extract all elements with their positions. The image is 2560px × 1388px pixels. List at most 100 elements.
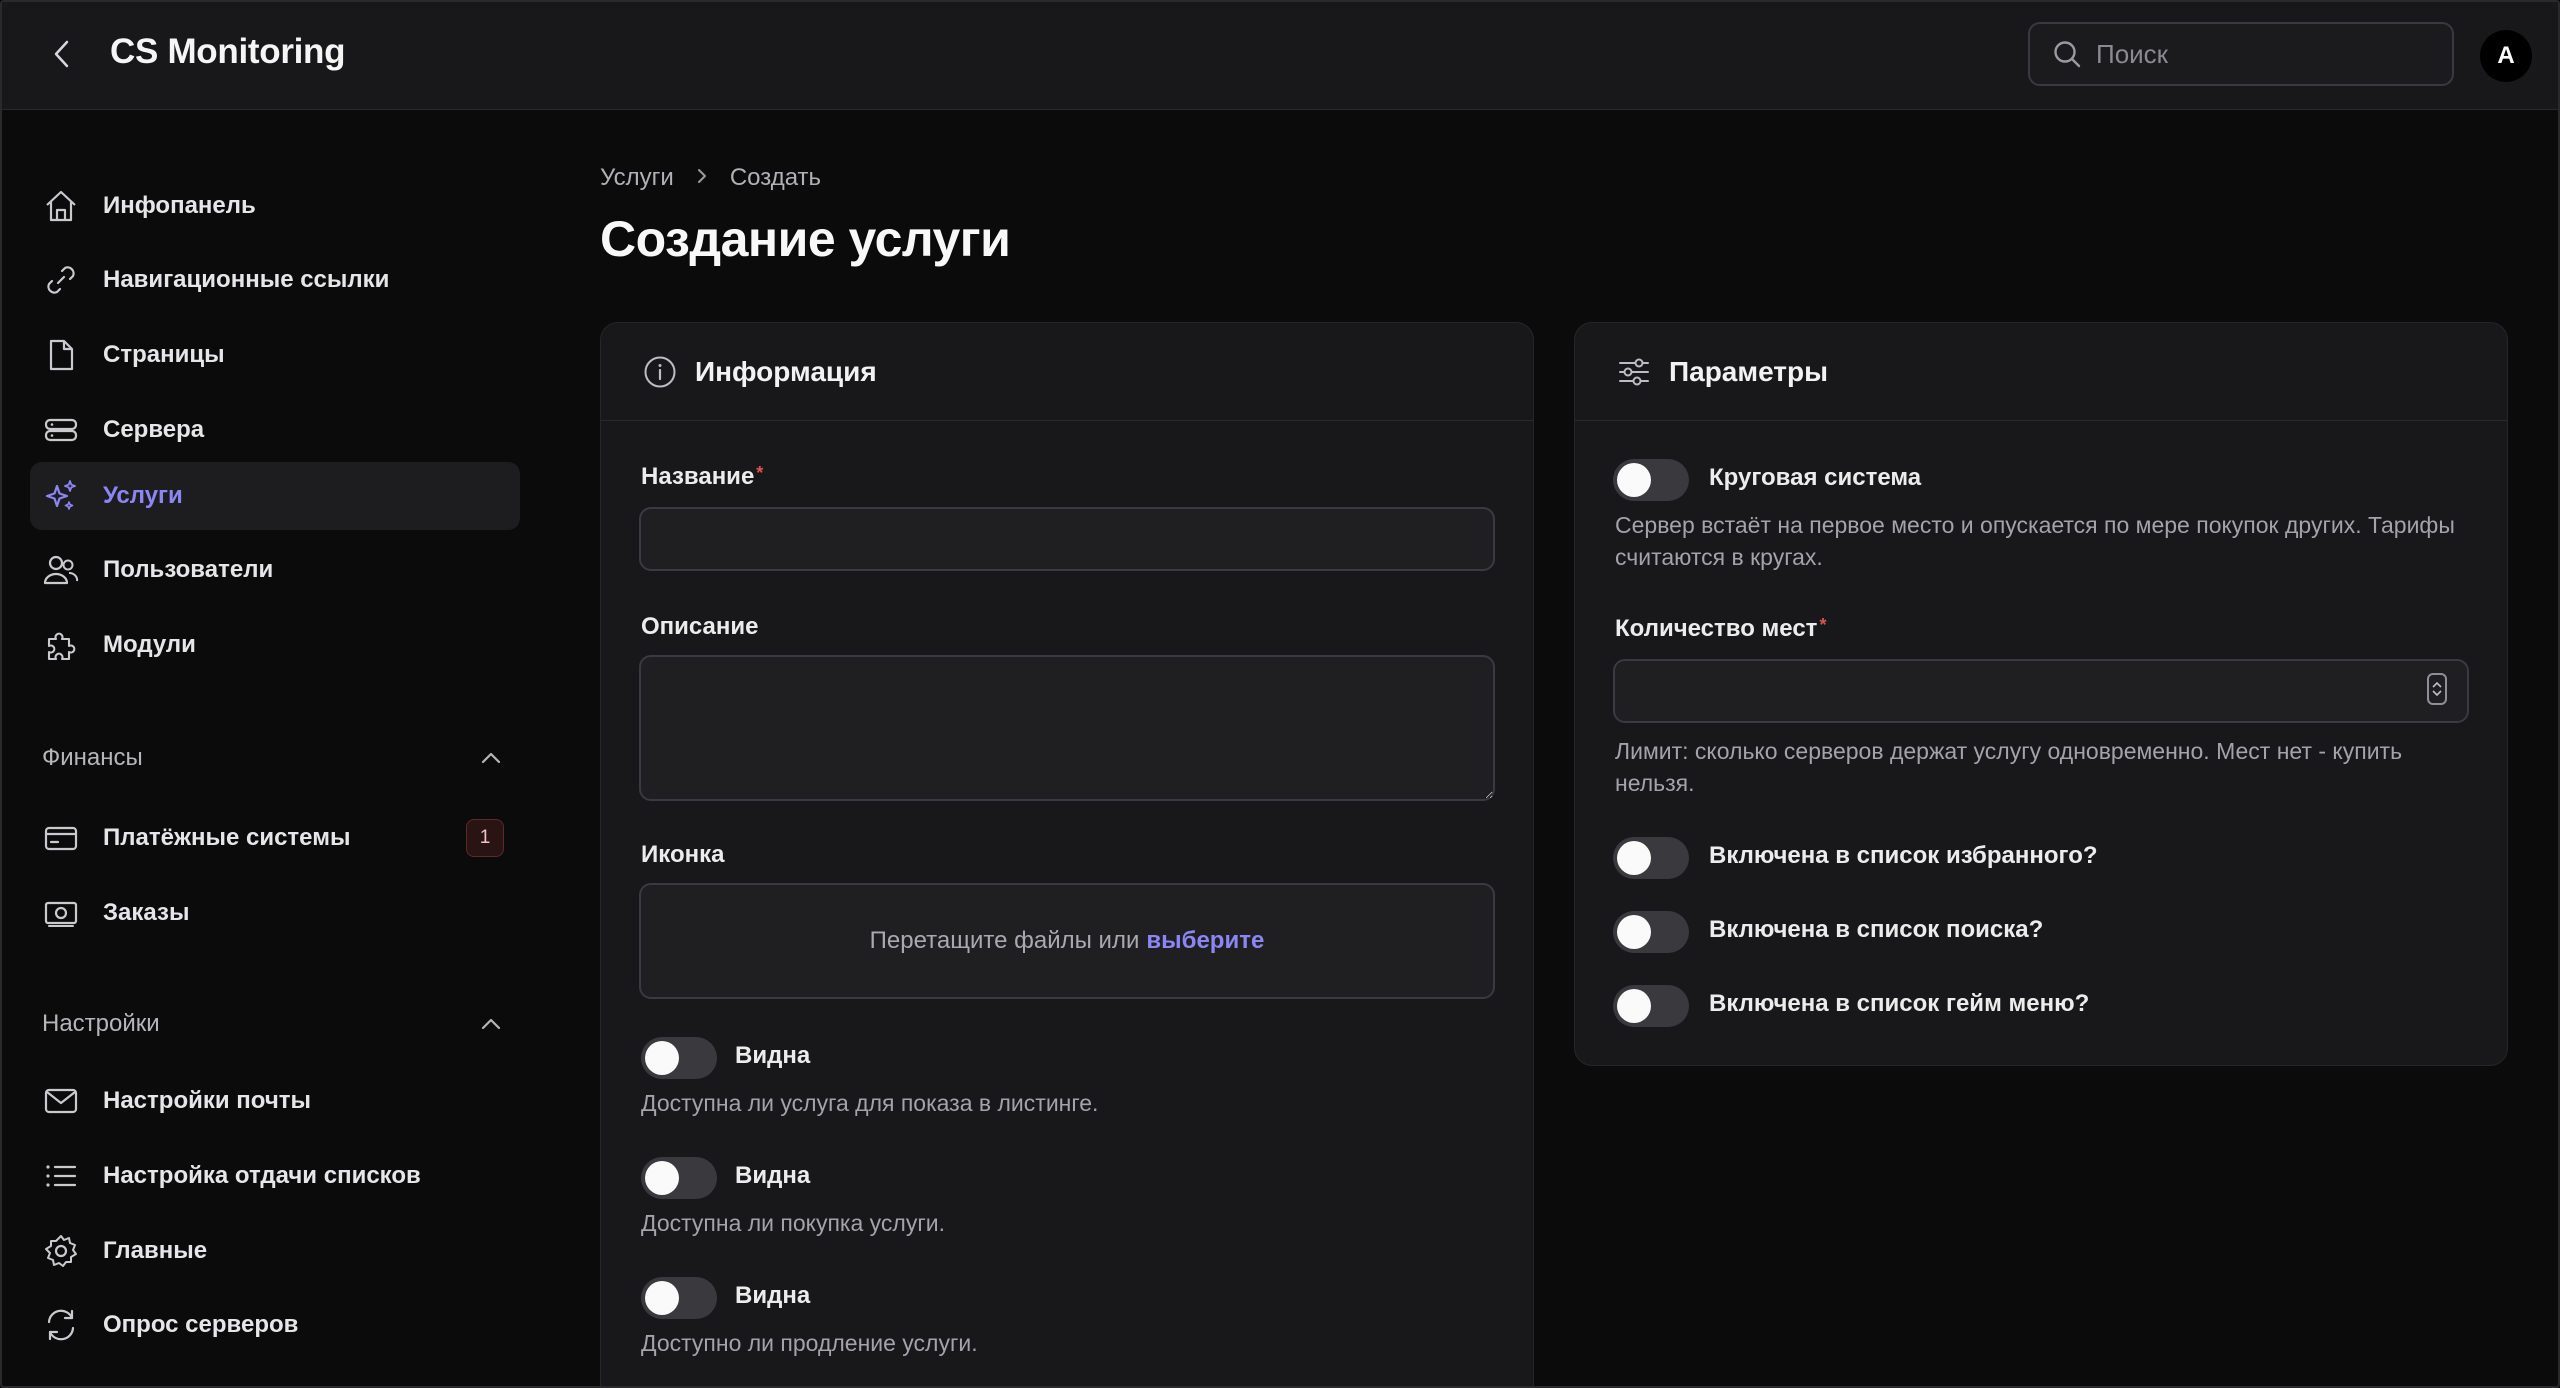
chevron-right-icon: [696, 164, 708, 192]
parameters-card: Параметры Круговая система Сервер встаёт…: [1574, 322, 2508, 1066]
circular-system-toggle[interactable]: [1613, 459, 1689, 501]
toggle-label: Видна: [735, 1162, 811, 1189]
breadcrumb: Услуги Создать: [600, 164, 821, 192]
toggle-label: Включена в список избранного?: [1709, 842, 2098, 869]
avatar[interactable]: A: [2480, 30, 2532, 82]
sidebar-item-modules[interactable]: Модули: [30, 611, 520, 679]
breadcrumb-current: Создать: [729, 164, 822, 191]
app-title: CS Monitoring: [110, 32, 346, 71]
circular-system-hint: Сервер встаёт на первое место и опускает…: [1615, 512, 2455, 570]
chevron-left-icon: [54, 40, 69, 68]
sidebar-item-label: Модули: [103, 631, 196, 658]
group-title: Финансы: [42, 744, 143, 771]
toggle-label: Включена в список гейм меню?: [1709, 990, 2090, 1017]
sliders-icon: [1619, 358, 1649, 385]
search-icon: [2054, 41, 2081, 68]
sidebar-item-nav-links[interactable]: Навигационные ссылки: [30, 246, 520, 314]
sidebar-item-payment-systems[interactable]: Платёжные системы 1: [30, 804, 520, 872]
game-menu-toggle[interactable]: [1613, 985, 1689, 1027]
parameters-card-title: Параметры: [1669, 355, 1829, 387]
slots-number-input[interactable]: [1613, 659, 2469, 723]
banknote-icon: [42, 894, 80, 932]
toggle-hint: Доступно ли продление услуги.: [641, 1330, 978, 1356]
group-settings-header[interactable]: Настройки: [42, 1010, 502, 1038]
information-card-title: Информация: [695, 355, 877, 387]
listing-visible-toggle[interactable]: [641, 1037, 717, 1079]
sidebar-item-dashboard[interactable]: Инфопанель: [30, 172, 520, 240]
search-input[interactable]: [2096, 38, 2436, 70]
sidebar-item-label: Заказы: [103, 899, 190, 926]
sidebar-item-orders[interactable]: Заказы: [30, 879, 520, 947]
sidebar-item-label: Опрос серверов: [103, 1311, 299, 1338]
sidebar-item-server-polling[interactable]: Опрос серверов: [30, 1291, 520, 1359]
mail-icon: [42, 1082, 80, 1120]
number-stepper[interactable]: [2427, 673, 2447, 705]
sidebar-item-label: Настройка отдачи списков: [103, 1162, 421, 1189]
group-finances-header[interactable]: Финансы: [42, 744, 502, 772]
required-marker: *: [1819, 615, 1827, 635]
search-list-toggle[interactable]: [1613, 911, 1689, 953]
users-icon: [42, 551, 80, 589]
dropzone-browse-link[interactable]: выберите: [1146, 927, 1264, 955]
icon-dropzone[interactable]: Перетащите файлы или выберите: [639, 883, 1495, 999]
list-icon: [42, 1157, 80, 1195]
toggle-hint: Доступна ли покупка услуги.: [641, 1210, 945, 1236]
description-textarea[interactable]: [639, 655, 1495, 801]
sidebar-item-label: Настройки почты: [103, 1087, 312, 1114]
breadcrumb-parent-link[interactable]: Услуги: [600, 164, 674, 192]
sidebar-item-users[interactable]: Пользователи: [30, 536, 520, 604]
sidebar-item-label: Навигационные ссылки: [103, 266, 390, 293]
info-icon: [644, 356, 676, 387]
refresh-icon: [42, 1306, 80, 1344]
slots-label-text: Количество мест: [1615, 615, 1818, 642]
slots-hint: Лимит: сколько серверов держат услугу од…: [1615, 738, 2403, 796]
sidebar-item-services[interactable]: Услуги: [30, 462, 520, 530]
puzzle-icon: [42, 626, 80, 664]
sidebar-item-list-settings[interactable]: Настройка отдачи списков: [30, 1142, 520, 1210]
toggle-hint: Доступна ли услуга для показа в листинге…: [641, 1090, 1099, 1116]
count-badge: 1: [466, 819, 504, 857]
parameters-card-header: Параметры: [1575, 323, 2507, 421]
sidebar-item-label: Сервера: [103, 416, 205, 443]
slots-field: [1613, 659, 2469, 723]
sidebar-item-label: Страницы: [103, 341, 225, 368]
page-title: Создание услуги: [600, 211, 1011, 267]
toggle-label: Видна: [735, 1042, 811, 1069]
link-icon: [42, 261, 80, 299]
information-card: Информация Название * Описание Иконка Пер…: [600, 322, 1534, 1386]
toggle-label: Видна: [735, 1282, 811, 1309]
sidebar-item-general[interactable]: Главные: [30, 1217, 520, 1285]
app-window: CS Monitoring A Инфопанель Навигационные…: [0, 0, 2560, 1388]
sidebar: Инфопанель Навигационные ссылки Страницы…: [2, 110, 542, 1386]
dropzone-text: Перетащите файлы или: [869, 927, 1140, 954]
group-title: Настройки: [42, 1010, 160, 1037]
favorites-toggle[interactable]: [1613, 837, 1689, 879]
gear-icon: [42, 1232, 80, 1270]
name-input[interactable]: [639, 507, 1495, 571]
sidebar-item-label: Пользователи: [103, 556, 274, 583]
toggle-label: Круговая система: [1709, 464, 1922, 491]
server-icon: [42, 411, 80, 449]
icon-label: Иконка: [641, 841, 725, 868]
purchase-visible-toggle[interactable]: [641, 1157, 717, 1199]
sidebar-item-mail-settings[interactable]: Настройки почты: [30, 1067, 520, 1135]
back-button[interactable]: [42, 34, 82, 74]
renewal-visible-toggle[interactable]: [641, 1277, 717, 1319]
information-card-header: Информация: [601, 323, 1533, 421]
chevron-up-icon: [481, 752, 501, 764]
document-icon: [42, 336, 80, 374]
search-box[interactable]: [2028, 22, 2454, 86]
slots-label: Количество мест *: [1615, 615, 1826, 643]
sparkles-icon: [42, 477, 80, 515]
stepper-down-icon: [2432, 690, 2442, 696]
top-bar: CS Monitoring A: [2, 2, 2558, 110]
sidebar-item-label: Инфопанель: [103, 192, 256, 219]
required-marker: *: [756, 463, 764, 483]
sidebar-item-servers[interactable]: Сервера: [30, 396, 520, 464]
sidebar-item-label: Услуги: [103, 482, 183, 509]
sidebar-item-pages[interactable]: Страницы: [30, 321, 520, 389]
sidebar-item-label: Платёжные системы: [103, 824, 351, 851]
description-label: Описание: [641, 613, 759, 640]
sidebar-item-label: Главные: [103, 1237, 208, 1264]
credit-card-icon: [42, 819, 80, 857]
